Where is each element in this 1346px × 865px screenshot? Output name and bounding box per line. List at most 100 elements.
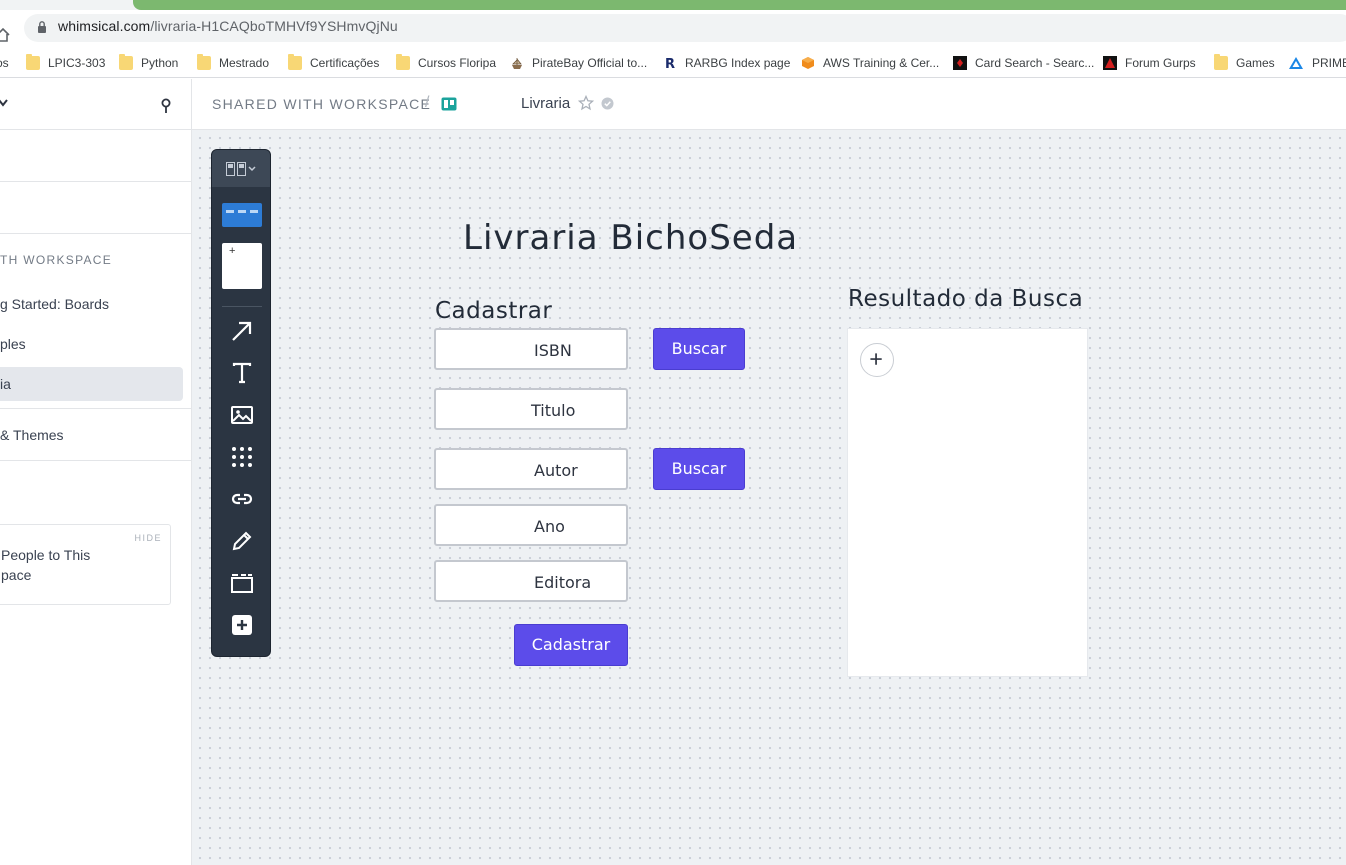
gurps-icon (1103, 56, 1117, 70)
sidebar-divider (0, 181, 191, 182)
chevron-down-icon[interactable] (0, 99, 8, 107)
sidebar-item-themes[interactable]: & Themes (0, 418, 183, 452)
field-label: Titulo (531, 401, 576, 420)
document-title[interactable]: Livraria (521, 95, 570, 112)
bookmark-card-search[interactable]: Card Search - Searc... (953, 54, 1094, 72)
bookmark-label: Python (141, 56, 179, 70)
bookmark-aws-training[interactable]: AWS Training & Cer... (801, 54, 939, 72)
bookmark-label: AWS Training & Cer... (823, 56, 940, 70)
browser-tab-strip (0, 0, 1346, 10)
invite-card-line: pace (1, 567, 32, 583)
add-column-tool[interactable] (222, 203, 262, 227)
home-icon[interactable] (0, 28, 10, 42)
sidebar-divider (0, 233, 191, 234)
bookmark-label: Certificações (310, 56, 380, 70)
card-search-icon (953, 56, 967, 70)
bookmark-games[interactable]: Games (1214, 54, 1275, 72)
breadcrumb-separator: / (425, 94, 430, 111)
grid-tool-icon[interactable] (230, 445, 254, 469)
bookmark-piratebay[interactable]: PirateBay Official to... (510, 54, 647, 72)
bookmark-mestrado[interactable]: Mestrado (197, 54, 269, 72)
sidebar-item-label: g Started: Boards (0, 296, 109, 312)
sidebar-item-label: ples (0, 336, 26, 352)
board-title[interactable]: Livraria BichoSeda (463, 218, 798, 258)
pencil-tool-icon[interactable] (230, 529, 254, 553)
board-mode-icon (226, 162, 256, 176)
sidebar-divider (0, 408, 191, 409)
results-heading[interactable]: Resultado da Busca (848, 286, 1083, 312)
search-author-button[interactable]: Buscar (653, 448, 745, 490)
bookmark-rarbg[interactable]: R RARBG Index page (663, 54, 790, 72)
field-label: Autor (534, 461, 578, 480)
ano-field[interactable]: Ano (434, 504, 628, 546)
bookmark-prime[interactable]: PRIME (1288, 54, 1346, 72)
field-label: Editora (534, 573, 592, 592)
link-tool-icon[interactable] (230, 487, 254, 511)
column-icon (226, 210, 258, 213)
bookmark-lpic3-303[interactable]: LPIC3-303 (26, 54, 105, 72)
bookmark-label: PirateBay Official to... (532, 56, 648, 70)
more-tools-icon[interactable] (230, 613, 254, 637)
breadcrumb-workspace[interactable]: SHARED WITH WORKSPACE (212, 96, 431, 112)
folder-icon (396, 54, 410, 70)
bookmark-label: Forum Gurps (1125, 56, 1196, 70)
field-label: Ano (534, 517, 565, 536)
active-tab[interactable] (133, 0, 1346, 10)
star-icon[interactable] (578, 95, 595, 111)
bookmark-label: Games (1236, 56, 1275, 70)
toolbar-divider (222, 306, 262, 307)
bookmarks-bar: os LPIC3-303 Python Mestrado Certificaçõ… (0, 46, 1346, 78)
add-card-tool[interactable]: + (222, 243, 262, 289)
bookmark-python[interactable]: Python (119, 54, 178, 72)
register-button[interactable]: Cadastrar (514, 624, 628, 666)
bookmark-label: LPIC3-303 (48, 56, 106, 70)
sidebar-item-livraria[interactable]: ia (0, 367, 183, 401)
invite-card-line: People to This (1, 547, 91, 563)
bookmark-cursos-floripa[interactable]: Cursos Floripa (396, 54, 496, 72)
bookmark-label: Cursos Floripa (418, 56, 497, 70)
bookmark-label: Mestrado (219, 56, 270, 70)
url-domain: whimsical.com (58, 18, 151, 34)
titulo-field[interactable]: Titulo (434, 388, 628, 430)
folder-icon (197, 54, 211, 70)
sidebar-item-label: & Themes (0, 427, 64, 443)
results-panel[interactable] (847, 328, 1088, 677)
invite-people-card[interactable]: HIDE People to This pace (0, 524, 171, 605)
pin-icon[interactable] (160, 98, 172, 114)
sidebar-divider (0, 460, 191, 461)
app-sidebar: TH WORKSPACE g Started: Boards ples ia &… (0, 79, 192, 865)
sidebar-item-getting-started[interactable]: g Started: Boards (0, 287, 183, 321)
verified-check-icon (601, 97, 614, 110)
rarbg-r-icon: R (665, 57, 675, 70)
hide-card-button[interactable]: HIDE (134, 533, 162, 543)
folder-icon (1214, 54, 1228, 70)
add-item-button[interactable] (860, 343, 894, 377)
arrow-tool-icon[interactable] (230, 319, 254, 343)
insert-toolbar: + (211, 149, 271, 657)
bookmark-os[interactable]: os (0, 54, 9, 72)
section-tool-icon[interactable] (230, 571, 254, 595)
plus-icon (870, 353, 882, 365)
invite-card-text: People to This pace (1, 545, 121, 585)
prime-icon (1289, 57, 1303, 69)
sidebar-item-examples[interactable]: ples (0, 327, 183, 361)
folder-icon (119, 54, 133, 70)
url-path: /livraria-H1CAQboTMHVf9YSHmvQjNu (150, 18, 398, 34)
autor-field[interactable]: Autor (434, 448, 628, 490)
form-heading[interactable]: Cadastrar (435, 298, 552, 324)
toolbar-mode-switch[interactable] (212, 150, 270, 187)
bookmark-label: RARBG Index page (685, 56, 791, 70)
folder-icon (288, 54, 302, 70)
bookmark-forum-gurps[interactable]: Forum Gurps (1103, 54, 1196, 72)
editora-field[interactable]: Editora (434, 560, 628, 602)
url-text[interactable]: whimsical.com/livraria-H1CAQboTMHVf9YSHm… (58, 18, 398, 34)
pirate-ship-icon (512, 58, 522, 69)
isbn-field[interactable]: ISBN (434, 328, 628, 370)
sidebar-item-label: ia (0, 376, 11, 392)
sidebar-header (0, 79, 191, 130)
bookmark-certificacoes[interactable]: Certificações (288, 54, 379, 72)
text-tool-icon[interactable] (230, 361, 254, 385)
lock-icon[interactable] (37, 20, 47, 34)
image-tool-icon[interactable] (230, 403, 254, 427)
search-isbn-button[interactable]: Buscar (653, 328, 745, 370)
